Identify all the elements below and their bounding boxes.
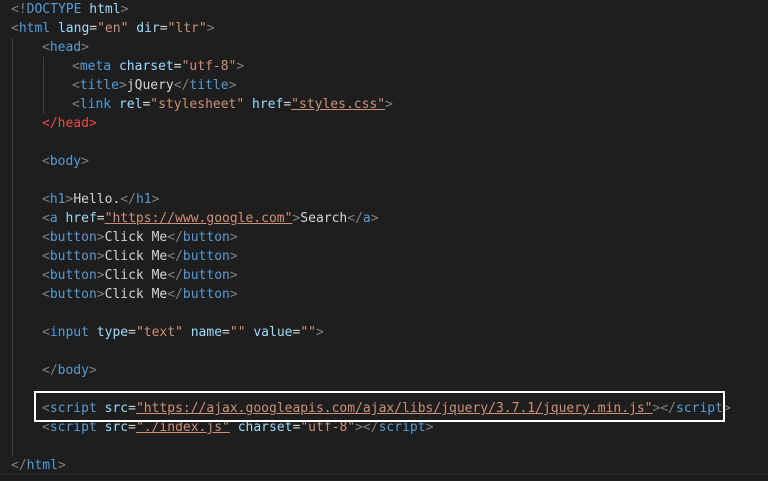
stylesheet-link[interactable]: "styles.css" (291, 97, 385, 112)
tag-name: html (26, 458, 58, 473)
code-line-body-open[interactable]: <body> (42, 152, 89, 171)
attr-name: src (104, 401, 129, 416)
tag-name: button (49, 268, 97, 283)
code-line-anchor[interactable]: <a href="https://www.google.com">Search<… (42, 209, 379, 228)
doctype-name: html (89, 2, 121, 17)
tag-name: head (57, 116, 89, 131)
attr-name: name (190, 325, 223, 340)
tag-name: script (49, 420, 97, 435)
attr-value: "stylesheet" (150, 97, 245, 112)
indent-guide (43, 57, 44, 114)
tag-name: meta (79, 59, 112, 74)
tag-name: head (49, 40, 82, 55)
tag-name: title (189, 78, 229, 93)
code-line-body-close[interactable]: </body> (42, 361, 97, 380)
jquery-cdn-link[interactable]: "https://ajax.googleapis.com/ajax/libs/j… (136, 401, 653, 416)
code-line-link[interactable]: <link rel="stylesheet" href="styles.css"… (72, 95, 393, 114)
attr-name: type (96, 325, 129, 340)
tag-name: button (49, 287, 97, 302)
tag-name: script (49, 401, 97, 416)
title-text: jQuery (126, 78, 174, 93)
code-line-script-index[interactable]: <script src="./index.js" charset="utf-8"… (42, 418, 433, 437)
code-editor[interactable]: <!DOCTYPE html> <html lang="en" dir="ltr… (0, 0, 768, 481)
code-line-head-open[interactable]: <head> (42, 38, 89, 57)
code-line-button[interactable]: <button>Click Me</button> (42, 247, 238, 266)
tag-name: button (182, 249, 230, 264)
tag-name: button (182, 230, 230, 245)
tag-name: button (49, 249, 97, 264)
tag-name: input (49, 325, 89, 340)
tag-name: title (79, 78, 119, 93)
divider (0, 474, 768, 475)
tag-name: a (49, 211, 58, 226)
index-js-link[interactable]: "./index.js" (136, 420, 230, 435)
attr-name: value (253, 325, 293, 340)
tag-name: body (49, 154, 82, 169)
attr-name: lang (57, 21, 90, 36)
tag-name: button (49, 230, 97, 245)
attr-value: "text" (135, 325, 183, 340)
code-line-html-open[interactable]: <html lang="en" dir="ltr"> (11, 19, 215, 38)
code-line-doctype[interactable]: <!DOCTYPE html> (11, 0, 128, 19)
tag-name: button (182, 287, 230, 302)
tag-name: script (378, 420, 426, 435)
code-line-button[interactable]: <button>Click Me</button> (42, 228, 238, 247)
code-line-script-jquery[interactable]: <script src="https://ajax.googleapis.com… (42, 399, 731, 418)
indent-guide (12, 38, 13, 456)
punct: <! (11, 2, 27, 17)
h1-text: Hello. (73, 192, 121, 207)
attr-name: dir (136, 21, 160, 36)
code-line-title[interactable]: <title>jQuery</title> (72, 76, 236, 95)
attr-name: src (104, 420, 129, 435)
tag-name: button (182, 268, 230, 283)
punct: > (120, 2, 129, 17)
code-line-html-close[interactable]: </html> (11, 456, 66, 475)
attr-name: charset (237, 420, 293, 435)
google-link[interactable]: "https://www.google.com" (105, 211, 293, 226)
code-line-meta[interactable]: <meta charset="utf-8"> (72, 57, 244, 76)
code-line-button[interactable]: <button>Click Me</button> (42, 285, 238, 304)
tag-name: body (57, 363, 89, 378)
tag-name: script (675, 401, 723, 416)
tag-name: link (79, 97, 112, 112)
tag-name: html (18, 21, 51, 36)
code-line-head-close[interactable]: </head> (42, 114, 97, 133)
attr-name: href (252, 97, 284, 112)
attr-value: "" (229, 325, 246, 340)
code-line-button[interactable]: <button>Click Me</button> (42, 266, 238, 285)
attr-name: charset (118, 59, 174, 74)
tag-name: h1 (49, 192, 66, 207)
button-text: Click Me (104, 249, 168, 264)
button-text: Click Me (104, 230, 168, 245)
button-text: Click Me (104, 287, 168, 302)
tag-name: a (362, 211, 371, 226)
attr-value: "" (300, 325, 316, 340)
button-text: Click Me (104, 268, 168, 283)
attr-value: "ltr" (167, 21, 207, 36)
anchor-text: Search (300, 211, 348, 226)
attr-value: "utf-8" (300, 420, 356, 435)
punct: < (11, 21, 19, 36)
attr-value: "utf-8" (181, 59, 237, 74)
doctype-keyword: DOCTYPE (26, 2, 82, 17)
code-line-input[interactable]: <input type="text" name="" value=""> (42, 323, 324, 342)
tag-name: h1 (135, 192, 152, 207)
code-line-h1[interactable]: <h1>Hello.</h1> (42, 190, 159, 209)
attr-name: rel (118, 97, 143, 112)
attr-value: "en" (97, 21, 129, 36)
attr-name: href (65, 211, 97, 226)
